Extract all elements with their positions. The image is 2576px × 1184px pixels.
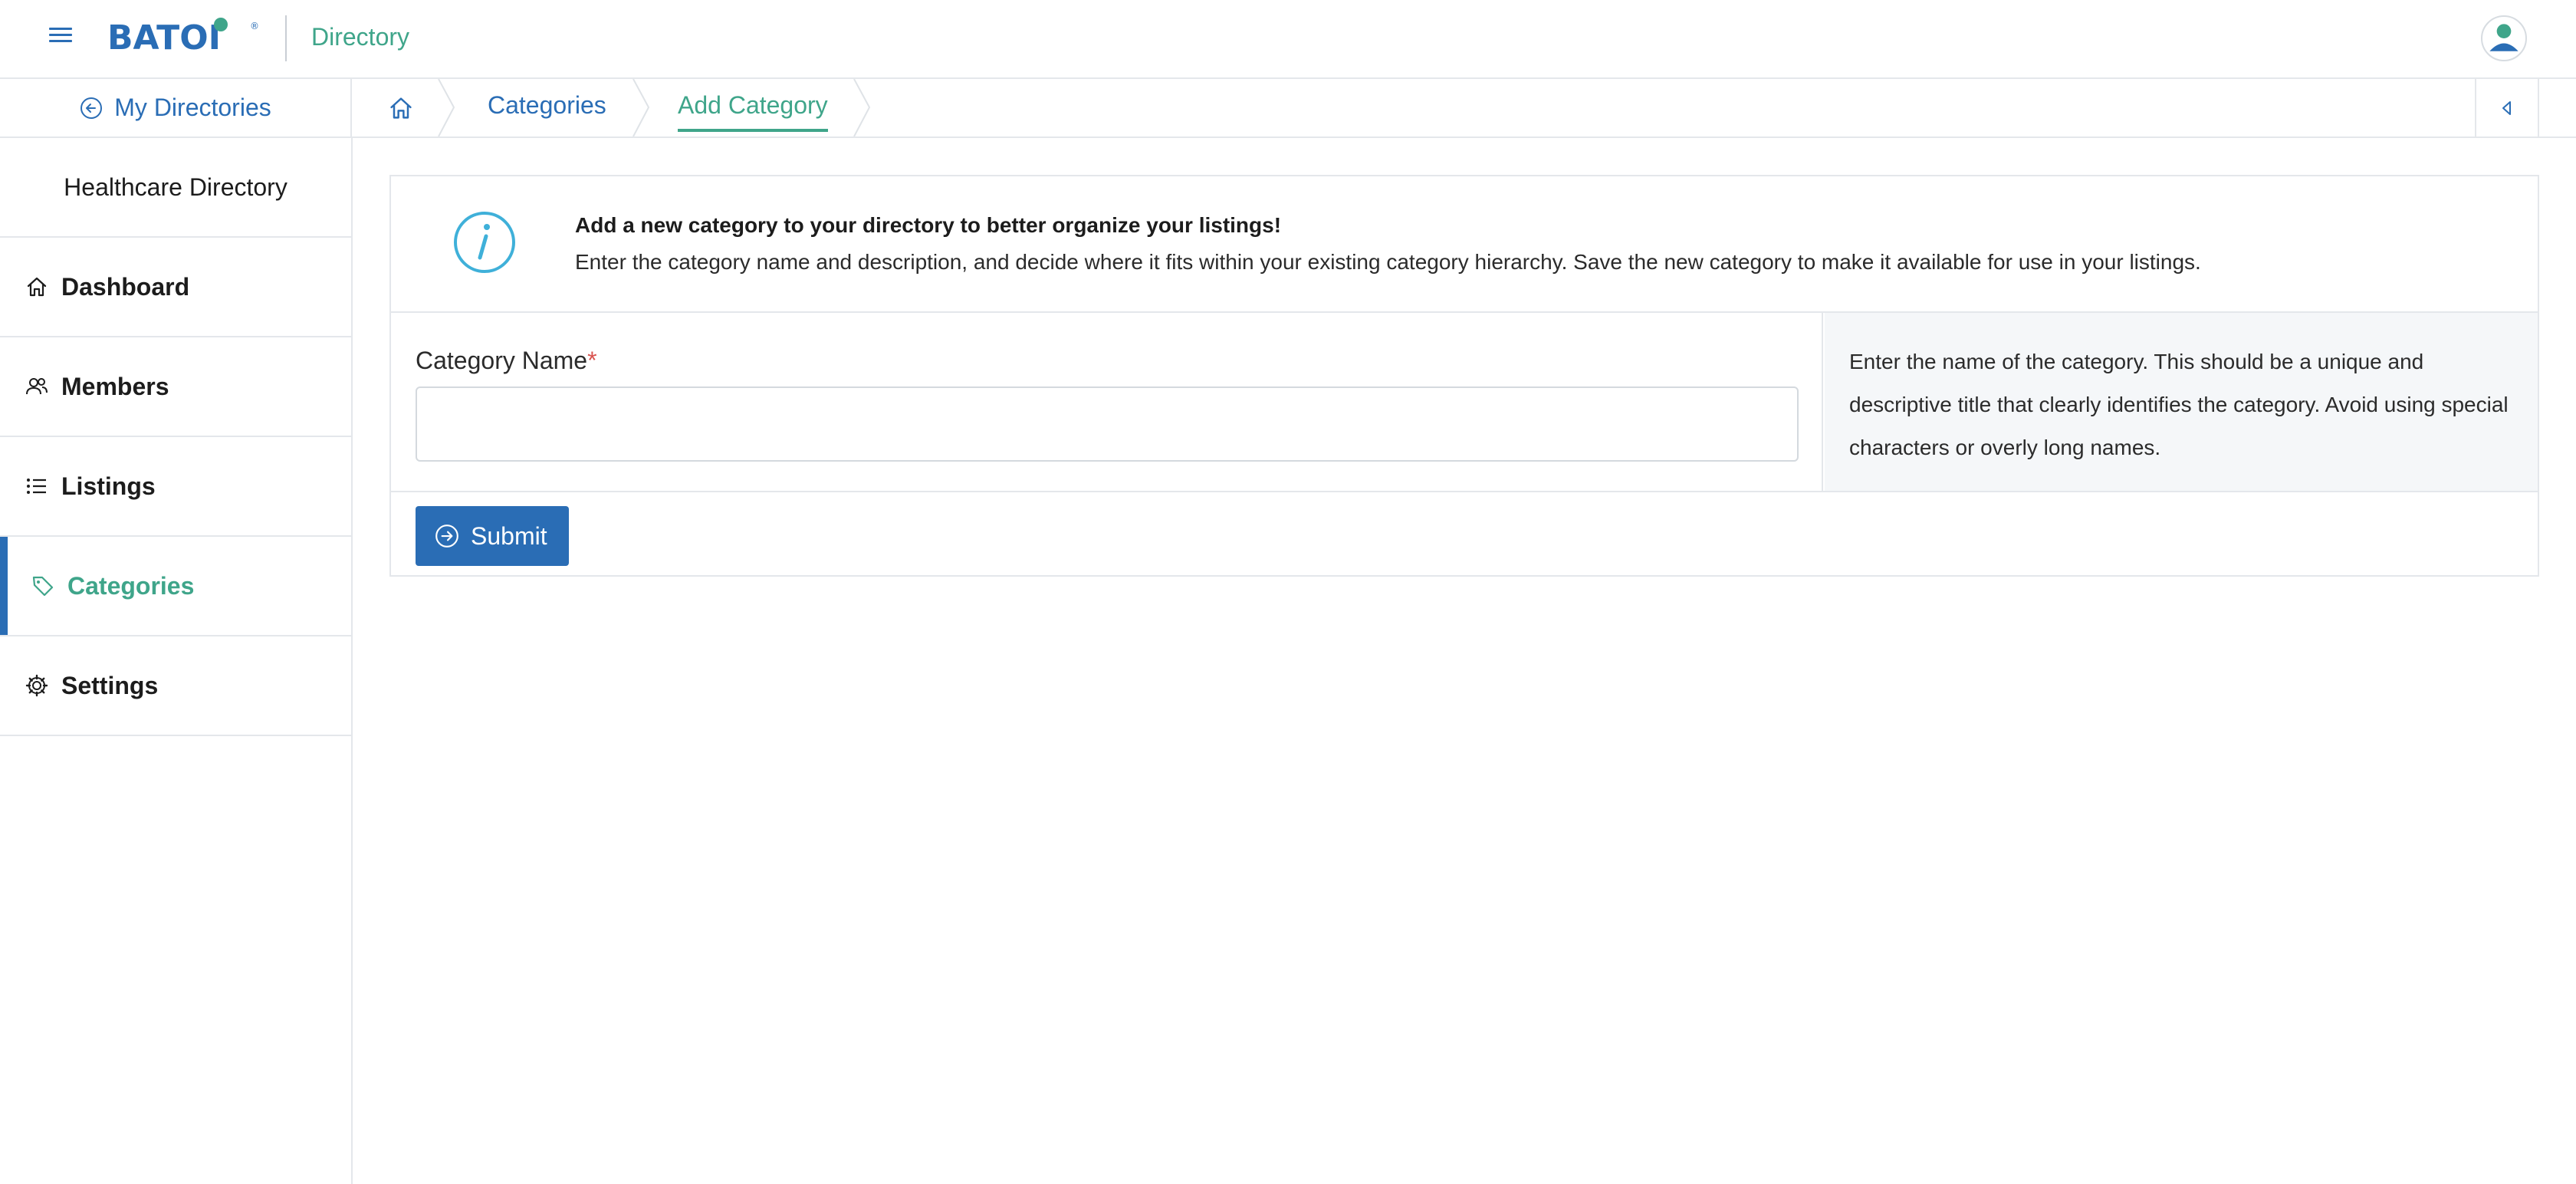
gear-icon [25, 674, 48, 697]
sidebar-item-members[interactable]: Members [0, 337, 351, 437]
my-directories-label: My Directories [114, 94, 271, 121]
tag-icon [32, 576, 54, 597]
list-icon [27, 479, 46, 494]
batoi-logo: BATOI ® [107, 18, 259, 55]
info-description: Enter the category name and description,… [575, 250, 2201, 274]
breadcrumb-separator-icon [438, 79, 455, 136]
users-icon [26, 378, 48, 395]
required-asterisk: * [587, 347, 597, 374]
category-name-help: Enter the name of the category. This sho… [1825, 313, 2538, 491]
submit-button[interactable]: Submit [416, 506, 569, 566]
category-name-input[interactable] [416, 386, 1799, 462]
breadcrumb-separator-icon [853, 79, 871, 136]
category-name-label: Category Name* [416, 347, 597, 374]
arrow-right-circle-icon [435, 525, 458, 548]
svg-text:BATOI: BATOI [107, 18, 221, 55]
info-icon [454, 212, 515, 273]
user-avatar-icon[interactable] [2481, 15, 2527, 61]
sidebar-item-label: Listings [61, 472, 156, 500]
breadcrumb: My Directories Categories Add Category [0, 79, 2576, 138]
collapse-panel-button[interactable] [2475, 79, 2539, 136]
breadcrumb-separator-icon [632, 79, 650, 136]
sidebar-item-label: Members [61, 372, 169, 400]
sidebar-item-label: Categories [67, 571, 195, 600]
arrow-left-circle-icon [80, 97, 103, 119]
sidebar-item-settings[interactable]: Settings [0, 636, 351, 736]
category-name-field: Category Name* [391, 313, 1823, 491]
home-icon[interactable] [387, 94, 415, 122]
add-category-card: Add a new category to your directory to … [389, 175, 2539, 577]
category-name-row: Category Name* Enter the name of the cat… [391, 313, 2538, 492]
sidebar-item-listings[interactable]: Listings [0, 437, 351, 537]
hamburger-icon[interactable] [49, 28, 72, 48]
sidebar-item-label: Dashboard [61, 272, 190, 301]
sidebar-item-label: Settings [61, 671, 159, 699]
app-title: Directory [311, 23, 410, 51]
svg-text:®: ® [250, 21, 259, 31]
sidebar-item-dashboard[interactable]: Dashboard [0, 238, 351, 337]
submit-label: Submit [471, 521, 547, 550]
caret-left-icon [2502, 100, 2511, 115]
home-icon [27, 277, 47, 297]
sidebar-item-categories[interactable]: Categories [0, 537, 351, 636]
top-bar: BATOI ® Directory [0, 0, 2576, 79]
breadcrumb-add-category[interactable]: Add Category [678, 91, 828, 132]
info-title: Add a new category to your directory to … [575, 213, 1282, 237]
my-directories-link[interactable]: My Directories [0, 79, 352, 136]
brand-divider [285, 15, 287, 61]
sidebar: Healthcare Directory Dashboard Members L… [0, 138, 353, 1184]
info-banner: Add a new category to your directory to … [391, 176, 2538, 313]
breadcrumb-categories[interactable]: Categories [488, 91, 606, 120]
directory-name: Healthcare Directory [0, 138, 351, 238]
